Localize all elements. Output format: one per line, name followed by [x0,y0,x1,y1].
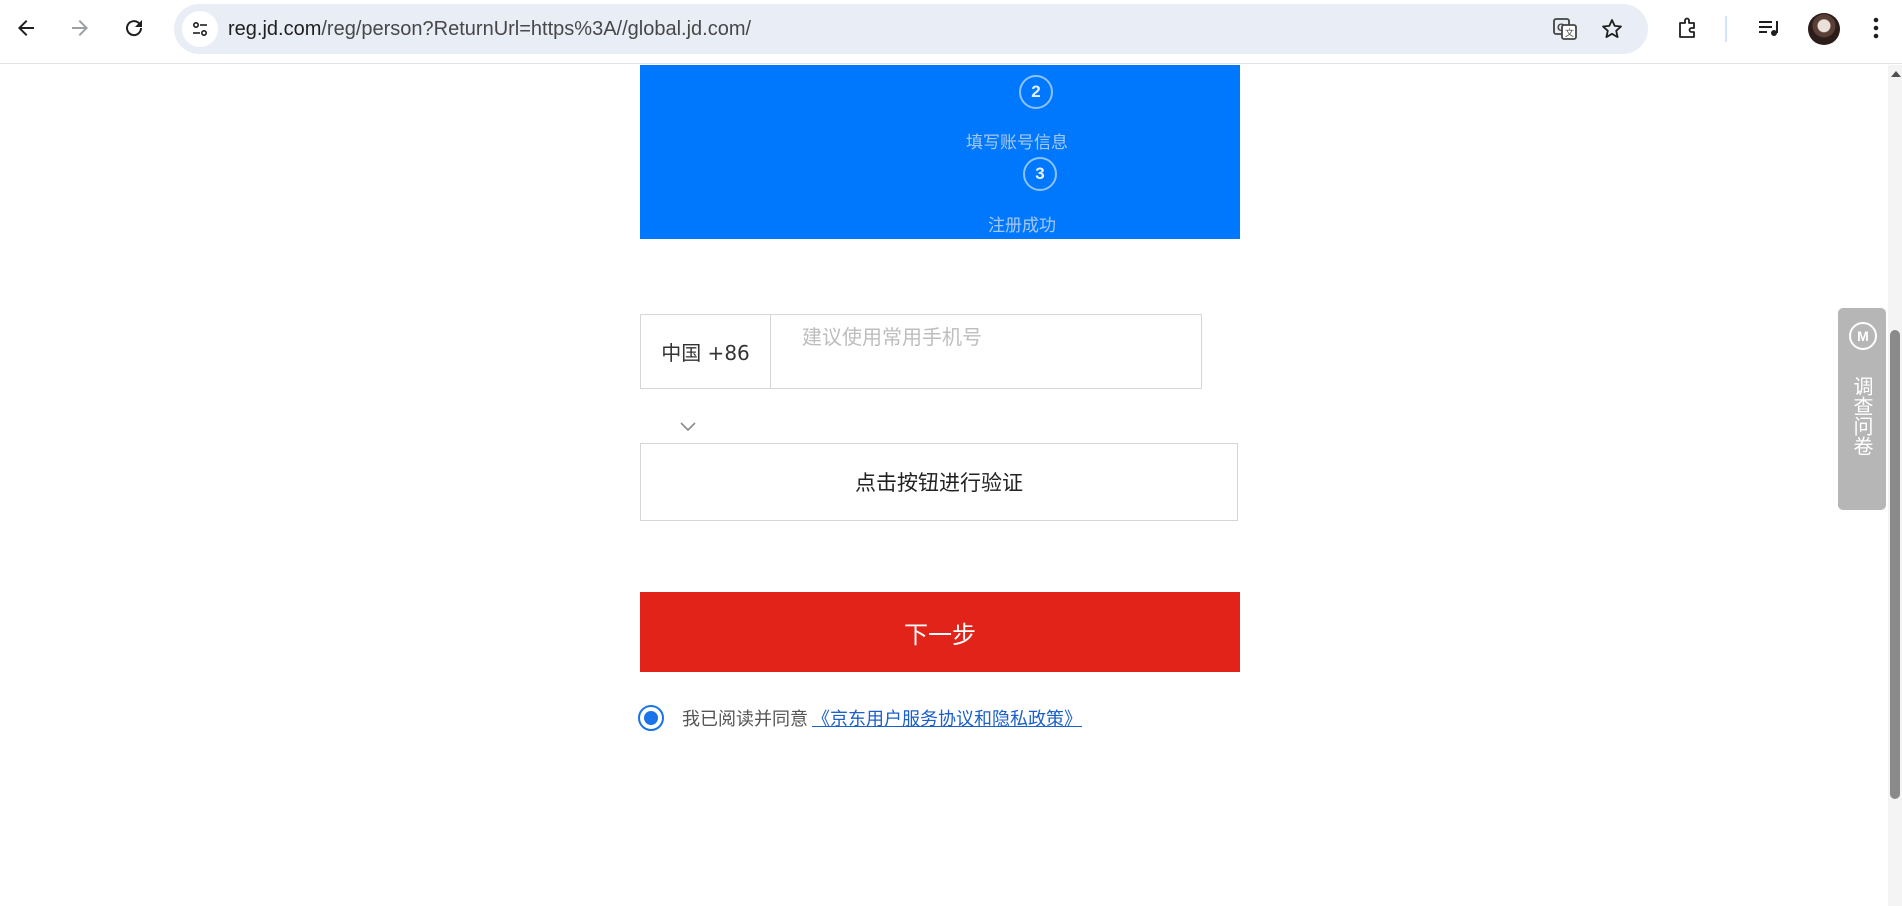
media-control-icon [1759,21,1778,36]
back-button[interactable] [8,10,44,46]
forward-icon [72,20,88,36]
page-viewport: 2 填写账号信息 3 注册成功 中国 +86 点击按钮进行验证 下一步 我已阅读… [0,65,1902,906]
phone-field: 中国 +86 [640,314,1202,389]
chevron-down-icon[interactable] [678,419,698,433]
back-icon [18,20,34,36]
svg-text:文: 文 [1565,27,1574,39]
survey-logo-icon: M [1849,322,1877,350]
translate-button[interactable]: G 文 [1552,16,1578,42]
site-info-button[interactable] [182,11,218,47]
next-step-button[interactable]: 下一步 [640,592,1240,672]
page-scrollbar[interactable] [1888,65,1902,906]
agree-radio[interactable] [638,705,664,731]
site-info-icon [192,21,208,37]
media-control-button[interactable] [1755,14,1783,42]
survey-label: 调查问卷 [1850,376,1874,456]
more-menu-button[interactable] [1862,14,1890,42]
address-bar[interactable]: reg.jd.com/reg/person?ReturnUrl=https%3A… [174,4,1648,54]
agreement-row: 我已阅读并同意 《京东用户服务协议和隐私政策》 [638,703,1082,733]
verify-button[interactable]: 点击按钮进行验证 [640,443,1238,521]
browser-toolbar: reg.jd.com/reg/person?ReturnUrl=https%3A… [0,0,1902,64]
country-code-select[interactable]: 中国 +86 [641,315,771,388]
extensions-button[interactable] [1674,14,1702,42]
more-menu-icon [1873,17,1879,39]
scroll-up-arrow-icon[interactable] [1891,71,1901,77]
avatar[interactable] [1808,13,1840,45]
url-host: reg.jd.com [228,18,322,40]
reload-icon [126,20,143,37]
forward-button[interactable] [62,10,98,46]
step2-label: 填写账号信息 [966,133,1068,153]
step3-label: 注册成功 [988,216,1056,236]
reload-button[interactable] [116,10,152,46]
step3-circle: 3 [1023,157,1057,191]
survey-side-tab[interactable]: M 调查问卷 [1838,308,1886,510]
url-text[interactable]: reg.jd.com/reg/person?ReturnUrl=https%3A… [228,18,751,41]
registration-steps-banner: 2 填写账号信息 3 注册成功 [640,65,1240,239]
agreement-link[interactable]: 《京东用户服务协议和隐私政策》 [812,705,1082,731]
scrollbar-thumb[interactable] [1890,330,1900,799]
translate-icon: G 文 [1553,18,1577,40]
extensions-icon [1679,17,1695,38]
bookmark-star-icon [1602,19,1622,38]
agree-radio-dot [644,711,658,725]
toolbar-divider [1725,16,1727,42]
bookmark-button[interactable] [1599,16,1625,42]
step2-circle: 2 [1019,75,1053,109]
agree-text: 我已阅读并同意 [682,709,808,730]
url-path: /reg/person?ReturnUrl=https%3A//global.j… [321,18,752,40]
phone-input[interactable] [772,315,1201,388]
